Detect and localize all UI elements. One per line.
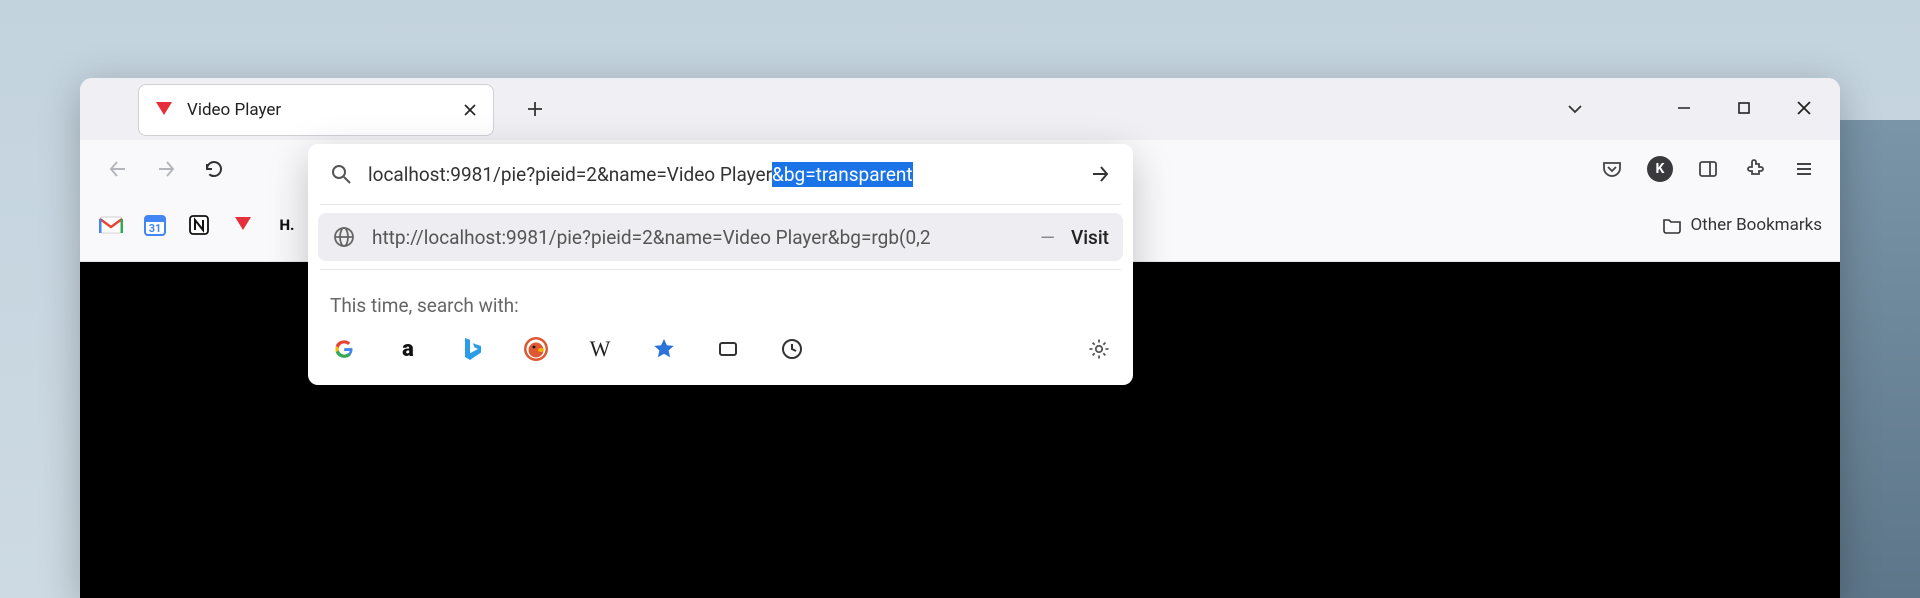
bookmark-notion-icon[interactable] — [186, 212, 212, 238]
url-suggestion[interactable]: http://localhost:9981/pie?pieid=2&name=V… — [318, 213, 1123, 261]
toolbar-right: K — [1594, 151, 1822, 187]
urlbar-autocomplete-selection: &bg=transparent — [772, 162, 913, 187]
folder-icon — [1662, 215, 1682, 235]
engine-bing-icon[interactable] — [458, 335, 486, 363]
go-button[interactable] — [1089, 163, 1111, 185]
bookmark-calendar-icon[interactable]: 31 — [142, 212, 168, 238]
forward-button[interactable] — [146, 149, 186, 189]
separator — [320, 204, 1121, 205]
back-button[interactable] — [98, 149, 138, 189]
engine-google-icon[interactable] — [330, 335, 358, 363]
urlbar-typed: localhost:9981/pie?pieid=2&name=Video Pl… — [368, 163, 772, 186]
urlbar-text: localhost:9981/pie?pieid=2&name=Video Pl… — [368, 163, 913, 186]
tab-close-icon[interactable] — [461, 101, 479, 119]
tab-title: Video Player — [187, 100, 449, 120]
other-bookmarks-label: Other Bookmarks — [1690, 215, 1822, 235]
engine-wikipedia-icon[interactable]: W — [586, 335, 614, 363]
app-menu-icon[interactable] — [1786, 151, 1822, 187]
search-icon — [330, 163, 352, 185]
reload-button[interactable] — [194, 149, 234, 189]
search-with-label: This time, search with: — [308, 270, 1133, 325]
suggestion-dash: — — [1040, 226, 1055, 249]
search-engine-row: a W — [308, 325, 1133, 385]
bookmark-video-icon[interactable] — [230, 212, 256, 238]
engine-tabs-icon[interactable] — [714, 335, 742, 363]
browser-window: Video Player — [80, 78, 1840, 598]
account-icon[interactable]: K — [1642, 151, 1678, 187]
desktop-background-edge — [1840, 120, 1920, 598]
tab-active[interactable]: Video Player — [138, 84, 494, 136]
window-controls — [1654, 86, 1834, 130]
engine-bookmarks-icon[interactable] — [650, 335, 678, 363]
tabs-list-button[interactable] — [1560, 94, 1590, 124]
titlebar: Video Player — [80, 78, 1840, 140]
urlbar[interactable]: localhost:9981/pie?pieid=2&name=Video Pl… — [308, 144, 1133, 204]
suggestion-action: Visit — [1071, 226, 1109, 249]
sidebar-icon[interactable] — [1690, 151, 1726, 187]
engine-duckduckgo-icon[interactable] — [522, 335, 550, 363]
new-tab-button[interactable] — [520, 94, 550, 124]
engine-history-icon[interactable] — [778, 335, 806, 363]
engine-amazon-icon[interactable]: a — [394, 335, 422, 363]
pocket-icon[interactable] — [1594, 151, 1630, 187]
minimize-button[interactable] — [1654, 86, 1714, 130]
suggestion-text: http://localhost:9981/pie?pieid=2&name=V… — [372, 226, 1024, 249]
maximize-button[interactable] — [1714, 86, 1774, 130]
bookmark-gmail-icon[interactable] — [98, 212, 124, 238]
tab-favicon-icon — [153, 99, 175, 121]
search-settings-icon[interactable] — [1087, 337, 1111, 361]
globe-icon — [332, 225, 356, 249]
svg-text:31: 31 — [149, 222, 162, 235]
other-bookmarks-button[interactable]: Other Bookmarks — [1662, 215, 1822, 235]
extensions-icon[interactable] — [1738, 151, 1774, 187]
urlbar-popup: localhost:9981/pie?pieid=2&name=Video Pl… — [308, 144, 1133, 385]
close-window-button[interactable] — [1774, 86, 1834, 130]
bookmark-h-icon[interactable]: H. — [274, 212, 300, 238]
